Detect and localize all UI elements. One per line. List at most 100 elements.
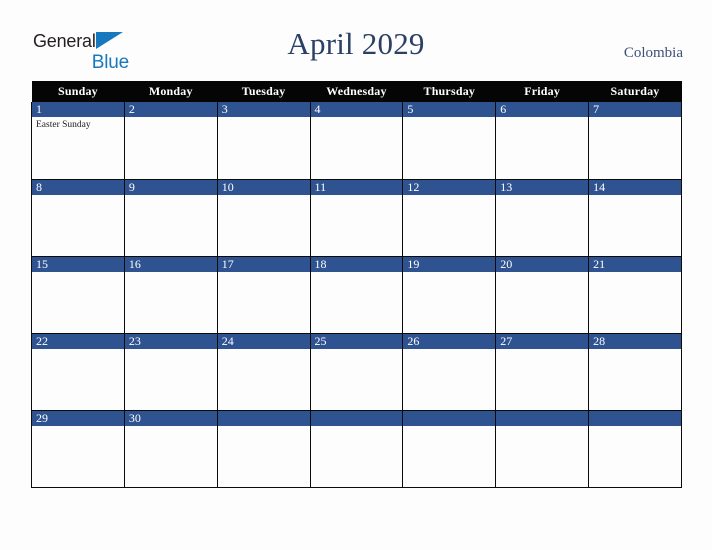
day-events	[403, 272, 495, 274]
day-number: 11	[310, 179, 403, 195]
calendar-day-cell[interactable]: 19	[402, 256, 497, 334]
day-number: 29	[32, 410, 124, 426]
page-header: General Blue April 2029 Colombia	[0, 0, 712, 81]
day-events	[125, 426, 217, 428]
calendar-day-cell[interactable]: 24	[216, 333, 311, 411]
calendar-day-cell[interactable]: 26	[402, 333, 497, 411]
event-label: Easter Sunday	[36, 120, 91, 130]
day-number: 30	[124, 410, 217, 426]
calendar-day-cell[interactable]: 25	[309, 333, 404, 411]
calendar-day-cell[interactable]: 18	[309, 256, 404, 334]
calendar-page: General Blue April 2029 Colombia Sunday …	[0, 0, 712, 550]
day-events	[311, 272, 403, 274]
day-events	[496, 117, 588, 119]
weekday-header-thursday: Thursday	[402, 81, 496, 102]
calendar-week-row: 8 9 10 11 12 13 14	[31, 179, 682, 257]
day-number	[496, 410, 589, 426]
day-events	[125, 195, 217, 197]
calendar-day-cell[interactable]: 21	[588, 256, 682, 334]
calendar-day-cell[interactable]: 29	[31, 410, 125, 488]
calendar-week-row: 22 23 24 25 26 27 28	[31, 333, 682, 411]
day-events	[218, 272, 310, 274]
calendar-empty-cell[interactable]	[588, 410, 682, 488]
calendar-week-row: 1 Easter Sunday 2 3 4 5 6 7	[31, 102, 682, 180]
calendar-day-cell[interactable]: 4	[309, 102, 404, 180]
day-events	[589, 272, 681, 274]
day-number: 19	[403, 256, 496, 272]
calendar-day-cell[interactable]: 30	[123, 410, 218, 488]
day-events	[311, 349, 403, 351]
calendar-grid: Sunday Monday Tuesday Wednesday Thursday…	[31, 81, 682, 488]
day-number	[589, 410, 681, 426]
day-events: Easter Sunday	[32, 117, 124, 131]
day-number: 22	[32, 333, 124, 349]
calendar-header-row: Sunday Monday Tuesday Wednesday Thursday…	[31, 81, 682, 102]
day-events	[496, 426, 588, 428]
calendar-day-cell[interactable]: 13	[495, 179, 590, 257]
day-events	[589, 195, 681, 197]
weekday-header-saturday: Saturday	[588, 81, 682, 102]
day-number: 23	[124, 333, 217, 349]
day-number: 13	[496, 179, 589, 195]
day-number: 10	[217, 179, 310, 195]
day-number: 21	[589, 256, 681, 272]
calendar-day-cell[interactable]: 5	[402, 102, 497, 180]
day-number: 5	[403, 102, 496, 117]
day-events	[589, 426, 681, 428]
day-number: 24	[217, 333, 310, 349]
calendar-day-cell[interactable]: 7	[588, 102, 682, 180]
calendar-day-cell[interactable]: 1 Easter Sunday	[31, 102, 125, 180]
day-number: 6	[496, 102, 589, 117]
day-events	[32, 195, 124, 197]
day-events	[496, 349, 588, 351]
calendar-day-cell[interactable]: 3	[216, 102, 311, 180]
day-events	[218, 426, 310, 428]
day-events	[311, 195, 403, 197]
day-number: 25	[310, 333, 403, 349]
calendar-empty-cell[interactable]	[309, 410, 404, 488]
day-events	[125, 117, 217, 119]
calendar-day-cell[interactable]: 10	[216, 179, 311, 257]
day-events	[496, 272, 588, 274]
country-label: Colombia	[623, 45, 683, 61]
day-number: 12	[403, 179, 496, 195]
day-number: 8	[32, 179, 124, 195]
day-number: 3	[217, 102, 310, 117]
day-events	[218, 117, 310, 119]
calendar-day-cell[interactable]: 17	[216, 256, 311, 334]
day-events	[496, 195, 588, 197]
calendar-day-cell[interactable]: 2	[123, 102, 218, 180]
calendar-day-cell[interactable]: 23	[123, 333, 218, 411]
day-events	[32, 272, 124, 274]
calendar-day-cell[interactable]: 11	[309, 179, 404, 257]
day-events	[32, 426, 124, 428]
calendar-empty-cell[interactable]	[216, 410, 311, 488]
calendar-day-cell[interactable]: 9	[123, 179, 218, 257]
day-number: 28	[589, 333, 681, 349]
day-number: 26	[403, 333, 496, 349]
calendar-day-cell[interactable]: 20	[495, 256, 590, 334]
calendar-day-cell[interactable]: 14	[588, 179, 682, 257]
day-number: 27	[496, 333, 589, 349]
calendar-day-cell[interactable]: 12	[402, 179, 497, 257]
weekday-header-monday: Monday	[124, 81, 218, 102]
calendar-empty-cell[interactable]	[402, 410, 497, 488]
calendar-day-cell[interactable]: 27	[495, 333, 590, 411]
weekday-header-sunday: Sunday	[31, 81, 125, 102]
day-events	[32, 349, 124, 351]
weekday-header-row: Sunday Monday Tuesday Wednesday Thursday…	[31, 81, 682, 102]
calendar-day-cell[interactable]: 6	[495, 102, 590, 180]
day-events	[311, 426, 403, 428]
calendar-day-cell[interactable]: 28	[588, 333, 682, 411]
day-number: 16	[124, 256, 217, 272]
day-number: 18	[310, 256, 403, 272]
calendar-day-cell[interactable]: 15	[31, 256, 125, 334]
calendar-day-cell[interactable]: 22	[31, 333, 125, 411]
calendar-day-cell[interactable]: 16	[123, 256, 218, 334]
day-number	[403, 410, 496, 426]
calendar-day-cell[interactable]: 8	[31, 179, 125, 257]
day-events	[218, 349, 310, 351]
calendar-empty-cell[interactable]	[495, 410, 590, 488]
weekday-header-wednesday: Wednesday	[310, 81, 403, 102]
calendar-week-row: 29 30	[31, 410, 682, 488]
